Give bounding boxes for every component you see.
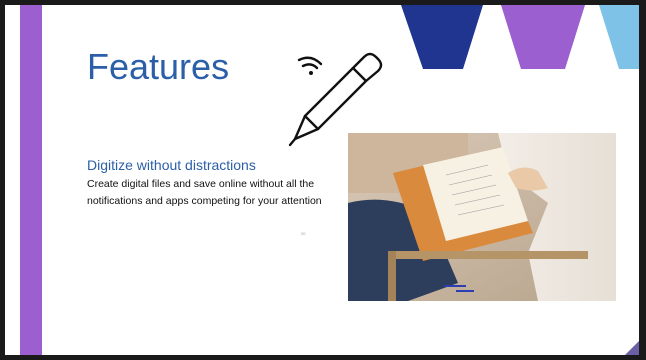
purple-hexagon xyxy=(501,5,585,69)
slide-title: Features xyxy=(87,46,230,87)
navy-hexagon xyxy=(401,5,483,69)
corner-accent xyxy=(625,341,639,355)
slide-body-text: Create digital files and save online wit… xyxy=(87,178,322,207)
notebook-writing-photo xyxy=(348,133,616,301)
slide-subheading: Digitize without distractions xyxy=(87,157,256,173)
top-right-hexagon-decoration xyxy=(401,5,639,69)
chair-leg xyxy=(388,251,396,301)
light-blue-hexagon xyxy=(599,5,639,69)
slide: Features Digitize without distractions C… xyxy=(5,5,639,355)
left-accent-bar xyxy=(20,5,42,355)
chair-frame xyxy=(388,251,588,259)
page-number: 20 xyxy=(301,231,306,236)
pen-icon xyxy=(288,52,383,147)
